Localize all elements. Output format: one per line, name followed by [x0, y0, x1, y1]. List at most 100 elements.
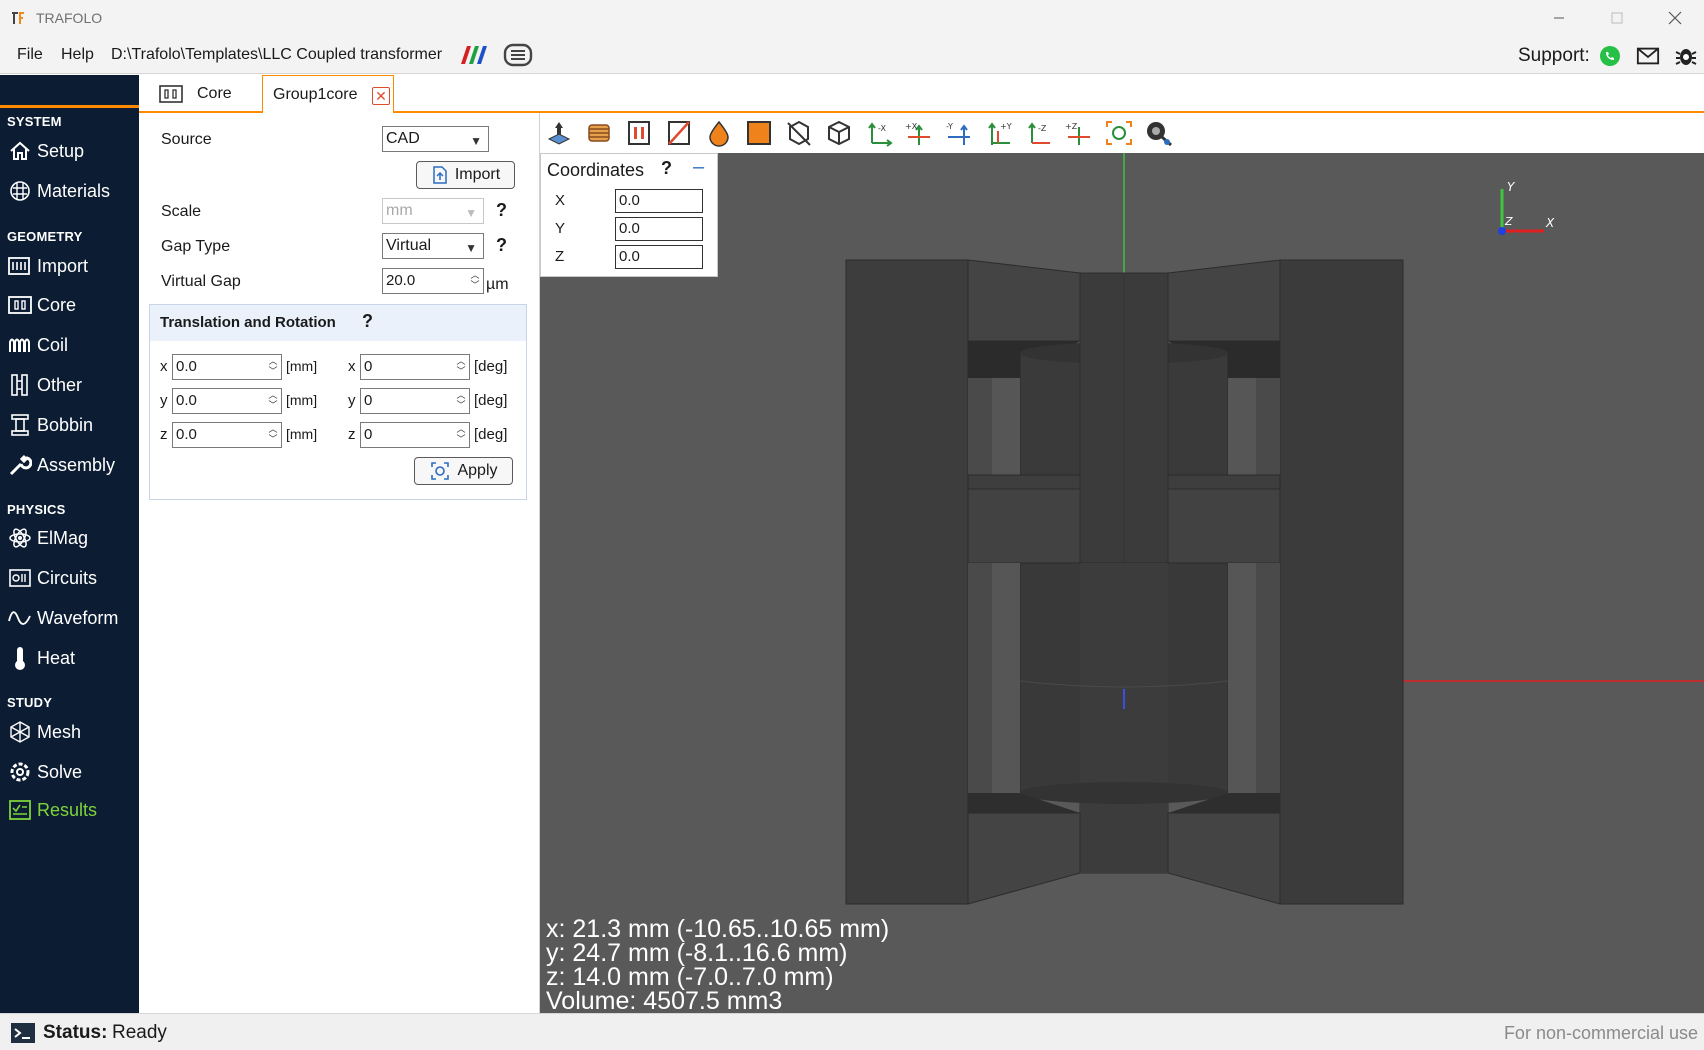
coord-x-field[interactable]: 0.0: [615, 189, 703, 213]
translation-x-input[interactable]: 0.0 ︿ ﹀: [172, 354, 282, 380]
section-study: STUDY: [7, 695, 53, 710]
hide-face-icon[interactable]: [784, 119, 814, 147]
scale-help-icon[interactable]: ?: [496, 200, 507, 221]
coordinates-help-icon[interactable]: ?: [661, 158, 672, 179]
sidebar-item-materials[interactable]: Materials: [7, 176, 110, 206]
sidebar-item-label: Import: [37, 255, 89, 276]
fit-view-icon[interactable]: [1104, 119, 1134, 147]
sidebar-item-assembly[interactable]: Assembly: [7, 450, 115, 480]
render-settings-icon[interactable]: [1144, 119, 1174, 147]
translation-y-input[interactable]: 0.0 ︿ ﹀: [172, 388, 282, 414]
collapse-icon[interactable]: –: [693, 156, 704, 179]
sidebar-item-bobbin[interactable]: Bobbin: [7, 410, 93, 440]
sidebar-item-coil[interactable]: Coil: [7, 330, 68, 360]
translation-z-input[interactable]: 0.0 ︿ ﹀: [172, 422, 282, 448]
rotation-value: 0: [364, 426, 373, 443]
minimize-button[interactable]: [1536, 4, 1582, 32]
3d-viewport[interactable]: Y X Z x: 21.3 mm (-10.65..10.65 mm) y: 2…: [540, 153, 1704, 1013]
menu-help[interactable]: Help: [61, 46, 94, 64]
mail-icon[interactable]: [1636, 44, 1660, 68]
translation-help-icon[interactable]: ?: [362, 311, 373, 332]
shade-drop-icon[interactable]: [704, 119, 734, 147]
view-minus-y-icon[interactable]: -Y: [944, 119, 974, 147]
coord-label-z: Z: [555, 248, 565, 265]
unit-deg: [deg]: [474, 426, 508, 443]
sidebar-item-mesh[interactable]: Mesh: [7, 717, 81, 747]
close-icon: [1668, 11, 1682, 25]
close-window-button[interactable]: [1652, 4, 1698, 32]
virtual-gap-spinbox[interactable]: 20.0 ︿ ﹀: [382, 268, 484, 294]
status-bar: Status: Ready For non-commercial use: [0, 1013, 1704, 1050]
sidebar-item-setup[interactable]: Setup: [7, 136, 84, 166]
rotation-z-input[interactable]: 0 ︿ ﹀: [360, 422, 470, 448]
sidebar-item-other[interactable]: Other: [7, 370, 82, 400]
coord-label-x: X: [555, 192, 566, 209]
virtual-gap-value: 20.0: [386, 272, 416, 289]
sidebar-item-label: Mesh: [37, 721, 82, 742]
spin-arrows-icon[interactable]: ︿ ﹀: [455, 390, 467, 412]
apply-button[interactable]: Apply: [414, 457, 513, 485]
coil-view-icon[interactable]: [584, 119, 614, 147]
gap-type-help-icon[interactable]: ?: [496, 235, 507, 256]
sidebar-item-label: Solve: [37, 761, 83, 782]
view-plus-y-icon[interactable]: +Y: [984, 119, 1014, 147]
sidebar-item-label: Assembly: [37, 454, 116, 475]
view-plus-z-icon[interactable]: +Z: [1064, 119, 1094, 147]
tab-close-icon[interactable]: ✕: [372, 87, 390, 105]
sidebar-item-circuits[interactable]: Circuits: [7, 563, 97, 593]
core-view-icon[interactable]: [624, 119, 654, 147]
trafolo-app-icon: [12, 12, 24, 24]
view-plus-x-icon[interactable]: +X: [904, 119, 934, 147]
sidebar-item-label: Waveform: [37, 607, 119, 628]
axis-triad-icon: Y X Z: [1498, 181, 1555, 235]
sidebar-item-label: Circuits: [37, 567, 98, 588]
svg-text:-Y: -Y: [946, 122, 953, 131]
whatsapp-icon[interactable]: [1598, 44, 1622, 68]
sidebar-item-elmag[interactable]: ElMag: [7, 523, 88, 553]
dim-y: y: 24.7 mm (-8.1..16.6 mm): [546, 939, 848, 967]
source-select[interactable]: CAD ▼: [382, 126, 489, 152]
axis-label: y: [160, 392, 168, 409]
coord-z-field[interactable]: 0.0: [615, 245, 703, 269]
terminal-icon[interactable]: [10, 1021, 36, 1045]
bug-icon[interactable]: [1674, 44, 1698, 68]
tab-core[interactable]: Core: [151, 75, 261, 113]
import-button[interactable]: Import: [416, 161, 515, 189]
section-system: SYSTEM: [7, 114, 62, 129]
solid-view-icon[interactable]: [744, 119, 774, 147]
sidebar-item-core[interactable]: Core: [7, 290, 76, 320]
gap-type-select[interactable]: Virtual ▼: [382, 233, 484, 259]
coord-y-field[interactable]: 0.0: [615, 217, 703, 241]
spin-arrows-icon[interactable]: ︿ ﹀: [267, 424, 279, 446]
tab-label: Core: [197, 85, 232, 102]
maximize-button[interactable]: [1594, 4, 1640, 32]
sidebar-item-results[interactable]: Results: [7, 795, 97, 825]
spin-arrows-icon[interactable]: ︿ ﹀: [469, 270, 481, 292]
colored-bars-icon[interactable]: [459, 44, 489, 66]
move-tool-icon[interactable]: [544, 119, 574, 147]
view-minus-x-icon[interactable]: -X: [864, 119, 894, 147]
sidebar-item-heat[interactable]: Heat: [7, 643, 75, 673]
tab-group1core[interactable]: Group1core ✕: [262, 75, 394, 115]
spin-arrows-icon[interactable]: ︿ ﹀: [267, 356, 279, 378]
other-icon: [7, 373, 33, 397]
transformer-model[interactable]: [540, 153, 1704, 1013]
cut-view-icon[interactable]: [664, 119, 694, 147]
rotation-y-input[interactable]: 0 ︿ ﹀: [360, 388, 470, 414]
sidebar-item-solve[interactable]: Solve: [7, 757, 82, 787]
spin-arrows-icon[interactable]: ︿ ﹀: [455, 424, 467, 446]
virtual-gap-label: Virtual Gap: [161, 273, 241, 290]
axis-label: x: [348, 358, 356, 375]
stacked-s-icon[interactable]: [503, 43, 533, 67]
sidebar-item-label: Setup: [37, 140, 85, 161]
isometric-cube-icon[interactable]: [824, 119, 854, 147]
spin-arrows-icon[interactable]: ︿ ﹀: [267, 390, 279, 412]
sidebar-item-waveform[interactable]: Waveform: [7, 603, 118, 633]
wrench-icon: [7, 453, 33, 477]
spin-arrows-icon[interactable]: ︿ ﹀: [455, 356, 467, 378]
view-minus-z-icon[interactable]: -Z: [1024, 119, 1054, 147]
menu-file[interactable]: File: [17, 46, 43, 64]
sidebar-item-label: Bobbin: [37, 414, 94, 435]
rotation-x-input[interactable]: 0 ︿ ﹀: [360, 354, 470, 380]
sidebar-item-import[interactable]: Import: [7, 251, 88, 281]
